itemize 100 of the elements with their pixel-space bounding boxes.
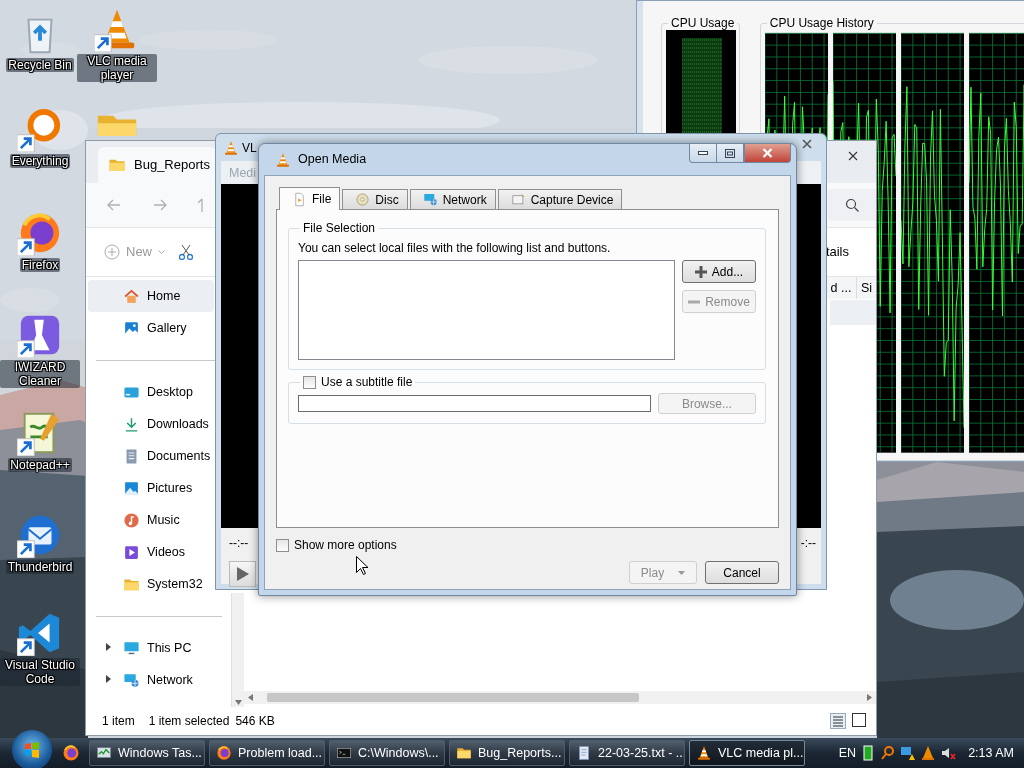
toolbar-label: tails — [825, 243, 849, 262]
tab[interactable]: Capture Device — [497, 189, 623, 209]
maximize-button[interactable] — [717, 144, 744, 163]
column-header[interactable]: d ... — [825, 277, 856, 299]
sidebar-item[interactable]: Gallery — [88, 312, 214, 344]
tab[interactable]: Network — [409, 189, 496, 209]
picture-icon — [123, 479, 140, 497]
monitor-graph-icon — [96, 745, 112, 761]
plus-icon — [694, 265, 707, 278]
speaker-muted-icon[interactable] — [940, 745, 957, 761]
taskbar-button[interactable]: C:\Windows\... — [329, 740, 445, 766]
group-label: CPU Usage History — [768, 16, 875, 30]
desktop-shortcut[interactable]: VLC media player — [77, 6, 157, 82]
monitor-icon — [123, 639, 140, 657]
cancel-button[interactable]: Cancel — [705, 561, 779, 584]
status-text: 546 KB — [235, 713, 275, 730]
checkbox[interactable] — [303, 375, 316, 389]
sidebar-item[interactable]: Downloads — [88, 408, 214, 440]
sidebar-item[interactable]: Network — [88, 664, 214, 696]
camera-icon — [510, 192, 526, 207]
download-icon — [123, 415, 140, 433]
windows-logo-icon — [24, 742, 40, 758]
checkbox-label: Use a subtitle file — [321, 375, 413, 389]
taskbar-button[interactable]: 22-03-25.txt - ... — [569, 740, 685, 766]
language-indicator[interactable]: EN — [838, 743, 857, 763]
caret-icon — [158, 249, 165, 255]
minimize-icon — [698, 151, 708, 155]
status-text: 1 item — [102, 713, 135, 730]
group-label: CPU Usage — [670, 16, 736, 30]
time-label: --:-- — [229, 535, 250, 552]
sidebar-item[interactable]: Desktop — [88, 376, 214, 408]
network-icon — [123, 671, 140, 689]
play-button[interactable] — [229, 561, 256, 587]
chevron-icon — [104, 675, 112, 683]
desktop-shortcut[interactable]: Notepad++ — [0, 410, 80, 472]
taskbar-button[interactable]: Bug_Reports... — [449, 740, 565, 766]
checkbox-label: Show more options — [294, 537, 397, 554]
video-icon — [123, 543, 140, 561]
minimize-button[interactable] — [689, 144, 717, 163]
instruction-text: You can select local files with the following list and buttons. — [298, 241, 612, 255]
checkbox[interactable] — [276, 538, 289, 552]
home-icon — [123, 287, 140, 305]
clock[interactable]: 2:13 AM — [968, 743, 1014, 763]
text-file-icon — [576, 745, 592, 761]
caret-icon — [678, 570, 686, 575]
start-button[interactable] — [12, 730, 52, 768]
taskbar-button[interactable]: Windows Tas... — [89, 740, 205, 766]
scrollbar[interactable] — [231, 593, 244, 707]
traffic-cone-icon — [696, 745, 712, 761]
taskbar-button[interactable]: VLC media pl... — [689, 740, 805, 766]
sidebar-item[interactable]: System32 — [88, 568, 214, 600]
tab[interactable]: Disc — [342, 189, 408, 209]
scrollbar[interactable] — [244, 691, 876, 704]
left-arrow-icon — [248, 694, 253, 701]
minus-icon — [688, 299, 701, 304]
gallery-icon — [123, 319, 140, 337]
down-arrow-icon — [234, 700, 242, 705]
tiles-view-icon[interactable] — [852, 713, 866, 727]
browser-icon[interactable] — [62, 744, 80, 762]
sidebar-item[interactable]: Music — [88, 504, 214, 536]
add-button[interactable]: Add... — [682, 260, 756, 283]
sidebar-item[interactable]: Pictures — [88, 472, 214, 504]
disc-icon — [355, 192, 371, 207]
browser-icon — [216, 745, 232, 761]
desktop-shortcut[interactable]: Visual Studio Code — [0, 610, 80, 686]
mouse-cursor-icon — [356, 556, 368, 575]
traffic-cone-icon[interactable] — [920, 745, 937, 761]
music-icon — [123, 511, 140, 529]
sidebar-item[interactable]: Documents — [88, 440, 214, 472]
sidebar-item[interactable]: Home — [88, 280, 214, 312]
terminal-icon — [336, 745, 352, 761]
desktop-shortcut[interactable]: Thunderbird — [0, 512, 80, 574]
file-list[interactable] — [298, 260, 675, 360]
network-icon — [422, 192, 438, 207]
plus-icon — [104, 244, 120, 260]
scissors-icon[interactable] — [179, 244, 193, 260]
details-view-icon[interactable] — [830, 713, 846, 729]
taskbar-button[interactable]: Problem load... — [209, 740, 325, 766]
sidebar-item[interactable]: Videos — [88, 536, 214, 568]
close-icon — [762, 148, 773, 158]
column-header[interactable]: Si — [856, 277, 876, 299]
subtitle-field[interactable] — [298, 395, 651, 412]
sidebar-item[interactable]: This PC — [88, 632, 214, 664]
window-title: VL — [242, 139, 257, 157]
search-icon — [845, 198, 859, 212]
right-arrow-icon — [867, 694, 872, 701]
chevron-icon — [104, 643, 112, 651]
window-tab[interactable]: Bug_Reports — [98, 147, 216, 183]
close-button[interactable] — [744, 144, 791, 163]
maximize-icon — [725, 148, 735, 158]
network-icon[interactable] — [900, 745, 917, 761]
page-icon — [292, 191, 307, 207]
close-icon — [802, 138, 812, 149]
window-title: Open Media — [298, 151, 367, 169]
close-icon — [848, 151, 858, 161]
folder-icon — [456, 745, 472, 761]
group-label: File Selection — [302, 221, 377, 235]
time-label: -:-- — [800, 535, 816, 552]
magnifier-icon[interactable] — [880, 745, 897, 761]
tab[interactable]: File — [279, 187, 341, 210]
